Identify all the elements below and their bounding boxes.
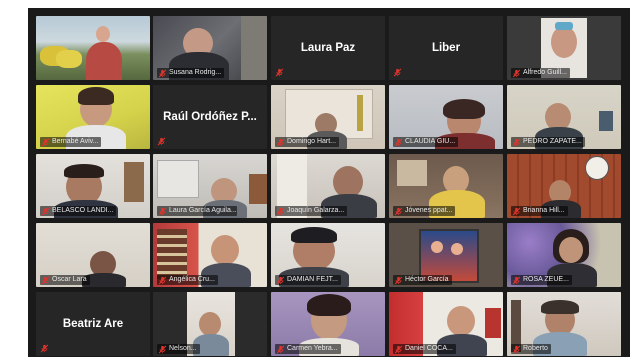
participant-name: Héctor García	[393, 275, 452, 285]
participant-tile[interactable]: Brianna Hill...	[507, 154, 621, 218]
participant-display-name: Liber	[431, 42, 461, 54]
muted-mic-icon	[276, 276, 285, 285]
participant-name: Alfredo Guill...	[511, 68, 570, 78]
participant-tile[interactable]: BELASCO LANDI...	[36, 154, 150, 218]
muted-mic-icon	[394, 207, 403, 216]
participant-tile[interactable]: Liber	[389, 16, 503, 80]
muted-mic-icon	[157, 137, 166, 146]
muted-mic-icon	[41, 276, 50, 285]
participant-name: Roberto	[511, 344, 551, 354]
participant-name: Susana Rodrig...	[157, 68, 225, 78]
participant-tile[interactable]: Daniel COCA...	[389, 292, 503, 356]
muted-mic-icon	[276, 345, 285, 354]
participant-name: Laura García Aguila...	[157, 206, 237, 216]
active-speaker-tile[interactable]: Roberto	[507, 292, 621, 356]
muted-mic-icon	[158, 207, 167, 216]
participant-display-name: Beatriz Are	[62, 318, 124, 330]
muted-mic-icon	[158, 276, 167, 285]
participant-name: Brianna Hill...	[511, 206, 568, 216]
participant-tile[interactable]: PEDRO ZAPATE...	[507, 85, 621, 149]
participant-name: Domingo Hart...	[275, 137, 340, 147]
participant-display-name: Laura Paz	[300, 42, 356, 54]
participant-name: DAMIAN FEJT...	[275, 275, 341, 285]
participant-tile[interactable]: Héctor García	[389, 223, 503, 287]
participant-tile[interactable]: Alfredo Guill...	[507, 16, 621, 80]
participant-name: CLAUDIA GIU...	[393, 137, 459, 147]
participant-name: Angélica Cru...	[157, 275, 218, 285]
participant-name: Nelson...	[157, 344, 200, 354]
participant-tile[interactable]: Carmen Yebra...	[271, 292, 385, 356]
participant-name: Jóvenes ppat...	[393, 206, 456, 216]
participant-name: BELASCO LANDI...	[40, 206, 117, 216]
muted-mic-icon	[512, 138, 521, 147]
participant-tile[interactable]: DAMIAN FEJT...	[271, 223, 385, 287]
participant-tile[interactable]: Laura García Aguila...	[153, 154, 267, 218]
muted-mic-icon	[275, 68, 284, 77]
participant-tile[interactable]	[36, 16, 150, 80]
participant-tile[interactable]: Bernabé Aviv...	[36, 85, 150, 149]
participant-tile[interactable]: Raúl Ordóñez P...	[153, 85, 267, 149]
muted-mic-icon	[41, 138, 50, 147]
muted-mic-icon	[393, 68, 402, 77]
participant-tile[interactable]: Jóvenes ppat...	[389, 154, 503, 218]
participant-tile[interactable]: Oscar Lara	[36, 223, 150, 287]
muted-mic-icon	[394, 138, 403, 147]
participant-name: Oscar Lara	[40, 275, 90, 285]
muted-mic-icon	[158, 345, 167, 354]
muted-mic-icon	[512, 345, 521, 354]
muted-mic-icon	[41, 207, 50, 216]
muted-mic-icon	[158, 69, 167, 78]
participant-video	[36, 16, 150, 80]
participant-tile[interactable]: Laura Paz	[271, 16, 385, 80]
muted-mic-icon	[512, 207, 521, 216]
muted-mic-icon	[512, 69, 521, 78]
participant-tile[interactable]: CLAUDIA GIU...	[389, 85, 503, 149]
participant-name: Bernabé Aviv...	[40, 137, 102, 147]
muted-mic-icon	[512, 276, 521, 285]
muted-mic-icon	[40, 344, 49, 353]
muted-mic-icon	[276, 207, 285, 216]
participant-name: Joaquín Galarza...	[275, 206, 348, 216]
participant-tile[interactable]: ROSA ZEUE...	[507, 223, 621, 287]
participant-tile[interactable]: Beatriz Are	[36, 292, 150, 356]
muted-mic-icon	[394, 345, 403, 354]
participant-tile[interactable]: Nelson...	[153, 292, 267, 356]
participant-tile[interactable]: Joaquín Galarza...	[271, 154, 385, 218]
participant-tile[interactable]: Angélica Cru...	[153, 223, 267, 287]
zoom-gallery-view: Susana Rodrig... Laura Paz Liber Alfredo…	[28, 8, 630, 357]
participant-tile[interactable]: Susana Rodrig...	[153, 16, 267, 80]
participant-name: PEDRO ZAPATE...	[511, 137, 585, 147]
muted-mic-icon	[276, 138, 285, 147]
participant-name: ROSA ZEUE...	[511, 275, 572, 285]
participant-tile[interactable]: Domingo Hart...	[271, 85, 385, 149]
participant-name: Carmen Yebra...	[275, 344, 341, 354]
participant-name: Daniel COCA...	[393, 344, 456, 354]
participant-display-name: Raúl Ordóñez P...	[163, 111, 257, 123]
muted-mic-icon	[394, 276, 403, 285]
